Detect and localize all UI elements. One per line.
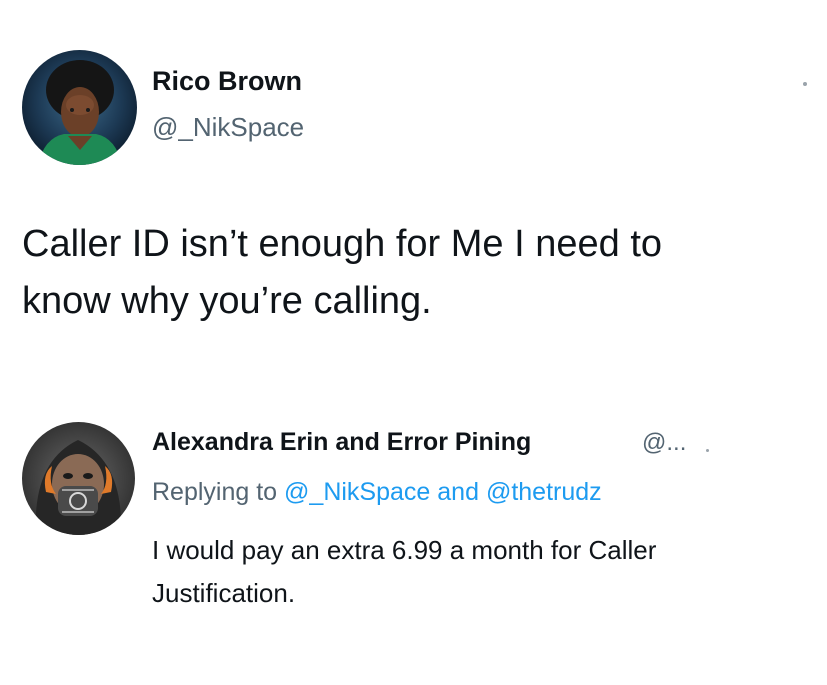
more-options-icon[interactable]	[803, 82, 807, 86]
tweet-author-name[interactable]: Rico Brown	[152, 66, 302, 97]
mention-link[interactable]: @thetrudz	[486, 478, 602, 506]
reply-author-handle[interactable]: @...	[642, 429, 686, 457]
mention-conjunction: and	[437, 478, 479, 506]
tweet-text: Caller ID isn’t enough for Me I need to …	[22, 216, 812, 330]
reply-text-line: Justification.	[152, 578, 296, 608]
replying-to-label: Replying to	[152, 478, 278, 506]
more-options-icon[interactable]	[706, 449, 709, 452]
tweet-author-handle[interactable]: @_NikSpace	[152, 112, 304, 143]
reply-text-line: I would pay an extra 6.99 a month for Ca…	[152, 535, 657, 565]
mention-link[interactable]: @_NikSpace	[284, 478, 430, 506]
profile-photo-icon	[22, 422, 135, 535]
tweet-text-line: Caller ID isn’t enough for Me I need to	[22, 223, 663, 265]
reply-author-name[interactable]: Alexandra Erin and Error Pining	[152, 428, 531, 457]
reply-text: I would pay an extra 6.99 a month for Ca…	[152, 529, 817, 615]
rico-brown-avatar[interactable]	[22, 50, 137, 165]
alexandra-erin-avatar[interactable]	[22, 422, 135, 535]
profile-photo-icon	[22, 50, 137, 165]
replying-to-line: Replying to @_NikSpace and @thetrudz	[152, 478, 602, 507]
tweet-text-line: know why you’re calling.	[22, 280, 432, 322]
